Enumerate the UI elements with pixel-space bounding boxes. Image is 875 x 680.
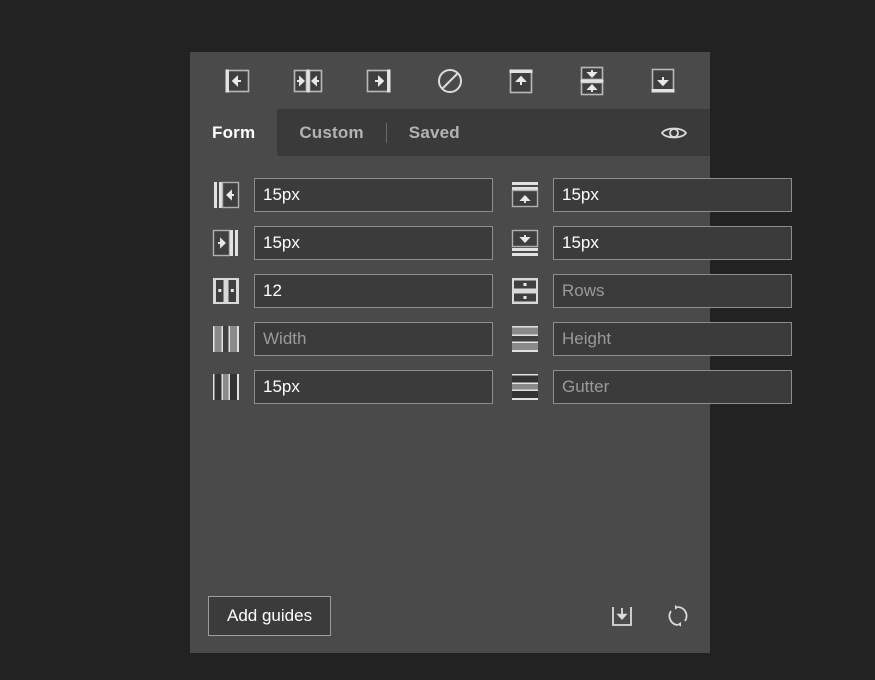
two-squares-arrows-inward-icon <box>293 69 323 92</box>
save-preset-button[interactable] <box>608 602 636 630</box>
align-left-edge-button[interactable] <box>202 61 273 101</box>
guide-guide-panel: Form Custom Saved 15px 15px 15px 15px 12… <box>190 52 792 653</box>
gutter-horizontal-input[interactable] <box>553 370 792 404</box>
fields-grid <box>208 178 792 404</box>
footer-actions <box>608 602 692 630</box>
tab-saved[interactable]: Saved <box>387 109 482 156</box>
tab-custom[interactable]: Custom <box>277 109 385 156</box>
field-margin-bottom <box>507 226 792 260</box>
columns-input[interactable] <box>254 274 493 308</box>
columns-icon <box>208 274 244 308</box>
margin-top-input[interactable] <box>553 178 792 212</box>
rows-input[interactable] <box>553 274 792 308</box>
tab-saved-label: Saved <box>408 122 460 142</box>
reset-button[interactable] <box>664 602 692 630</box>
margin-bottom-icon <box>507 226 543 260</box>
align-bottom-edge-button[interactable] <box>627 61 698 101</box>
field-width <box>208 322 493 356</box>
align-top-edge-button[interactable] <box>485 61 556 101</box>
tab-form[interactable]: Form <box>190 109 278 156</box>
save-download-icon <box>612 607 632 626</box>
add-guides-button[interactable]: Add guides <box>208 596 332 636</box>
field-margin-left <box>208 178 493 212</box>
margin-bottom-input[interactable] <box>553 226 792 260</box>
eye-icon <box>660 127 688 138</box>
clear-guides-button[interactable] <box>415 61 486 101</box>
form-body <box>190 156 792 579</box>
field-gutter-horizontal <box>507 370 792 404</box>
align-center-vertical-button[interactable] <box>273 61 344 101</box>
gutter-vertical-icon <box>208 370 244 404</box>
rows-icon <box>507 274 543 308</box>
tab-bar: Form Custom Saved <box>190 109 710 156</box>
field-margin-top <box>507 178 792 212</box>
field-columns <box>208 274 493 308</box>
row-height-icon <box>507 322 543 356</box>
margin-left-input[interactable] <box>254 178 493 212</box>
preview-toggle-button[interactable] <box>660 109 710 156</box>
column-width-icon <box>208 322 244 356</box>
gutter-vertical-input[interactable] <box>254 370 493 404</box>
square-right-edge-arrow-right-icon <box>366 69 391 92</box>
align-right-edge-button[interactable] <box>344 61 415 101</box>
panel-footer: Add guides <box>190 579 710 653</box>
square-bottom-edge-arrow-down-icon <box>651 68 675 92</box>
height-input[interactable] <box>553 322 792 356</box>
square-left-edge-arrow-left-icon <box>225 69 250 92</box>
margin-left-icon <box>208 178 244 212</box>
alignment-toolbar <box>190 52 710 109</box>
square-top-edge-arrow-up-icon <box>509 69 533 93</box>
align-center-horizontal-button[interactable] <box>556 61 627 101</box>
circle-slash-icon <box>438 68 462 93</box>
field-margin-right <box>208 226 493 260</box>
two-squares-arrows-vertical-inward-icon <box>580 66 604 95</box>
tab-custom-label: Custom <box>299 122 364 142</box>
reset-refresh-icon <box>668 605 688 627</box>
field-rows <box>507 274 792 308</box>
tab-form-label: Form <box>212 122 256 142</box>
margin-top-icon <box>507 178 543 212</box>
width-input[interactable] <box>254 322 493 356</box>
margin-right-icon <box>208 226 244 260</box>
gutter-horizontal-icon <box>507 370 543 404</box>
margin-right-input[interactable] <box>254 226 493 260</box>
field-gutter-vertical <box>208 370 493 404</box>
field-height <box>507 322 792 356</box>
